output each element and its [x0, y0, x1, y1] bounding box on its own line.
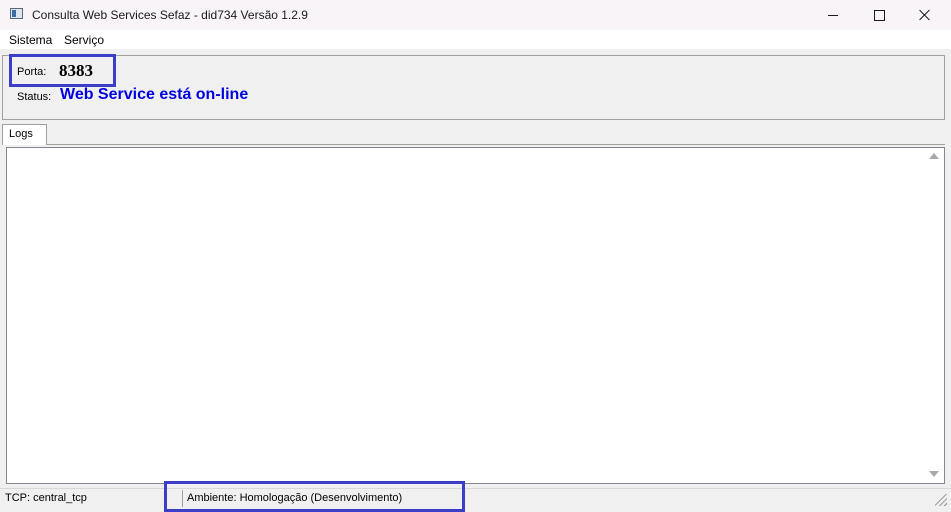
close-icon	[919, 9, 931, 21]
status-value: Web Service está on-line	[60, 86, 249, 103]
app-window: Consulta Web Services Sefaz - did734 Ver…	[0, 0, 951, 512]
scroll-up-icon[interactable]	[929, 153, 939, 159]
logs-scrollbar[interactable]	[925, 148, 943, 483]
maximize-button[interactable]	[856, 0, 902, 30]
tab-divider	[47, 144, 945, 145]
window-title: Consulta Web Services Sefaz - did734 Ver…	[32, 8, 308, 22]
porta-highlight-box	[9, 54, 116, 87]
ambiente-highlight-box	[164, 481, 465, 512]
status-bar	[0, 488, 951, 512]
status-tcp: TCP: central_tcp	[5, 492, 87, 504]
resize-grip-icon[interactable]	[935, 494, 947, 506]
menu-bar: Sistema Serviço	[0, 30, 951, 49]
menu-item-servico[interactable]: Serviço	[64, 33, 104, 47]
minimize-button[interactable]	[810, 0, 856, 30]
status-label: Status:	[17, 91, 52, 103]
title-bar: Consulta Web Services Sefaz - did734 Ver…	[0, 0, 951, 30]
minimize-icon	[828, 14, 838, 16]
menu-item-sistema[interactable]: Sistema	[9, 33, 52, 47]
app-window-icon	[10, 8, 23, 19]
scroll-down-icon[interactable]	[929, 471, 939, 477]
maximize-icon	[873, 9, 885, 21]
close-button[interactable]	[902, 0, 948, 30]
logs-textarea[interactable]	[6, 147, 945, 484]
tab-logs-label: Logs	[9, 128, 33, 140]
